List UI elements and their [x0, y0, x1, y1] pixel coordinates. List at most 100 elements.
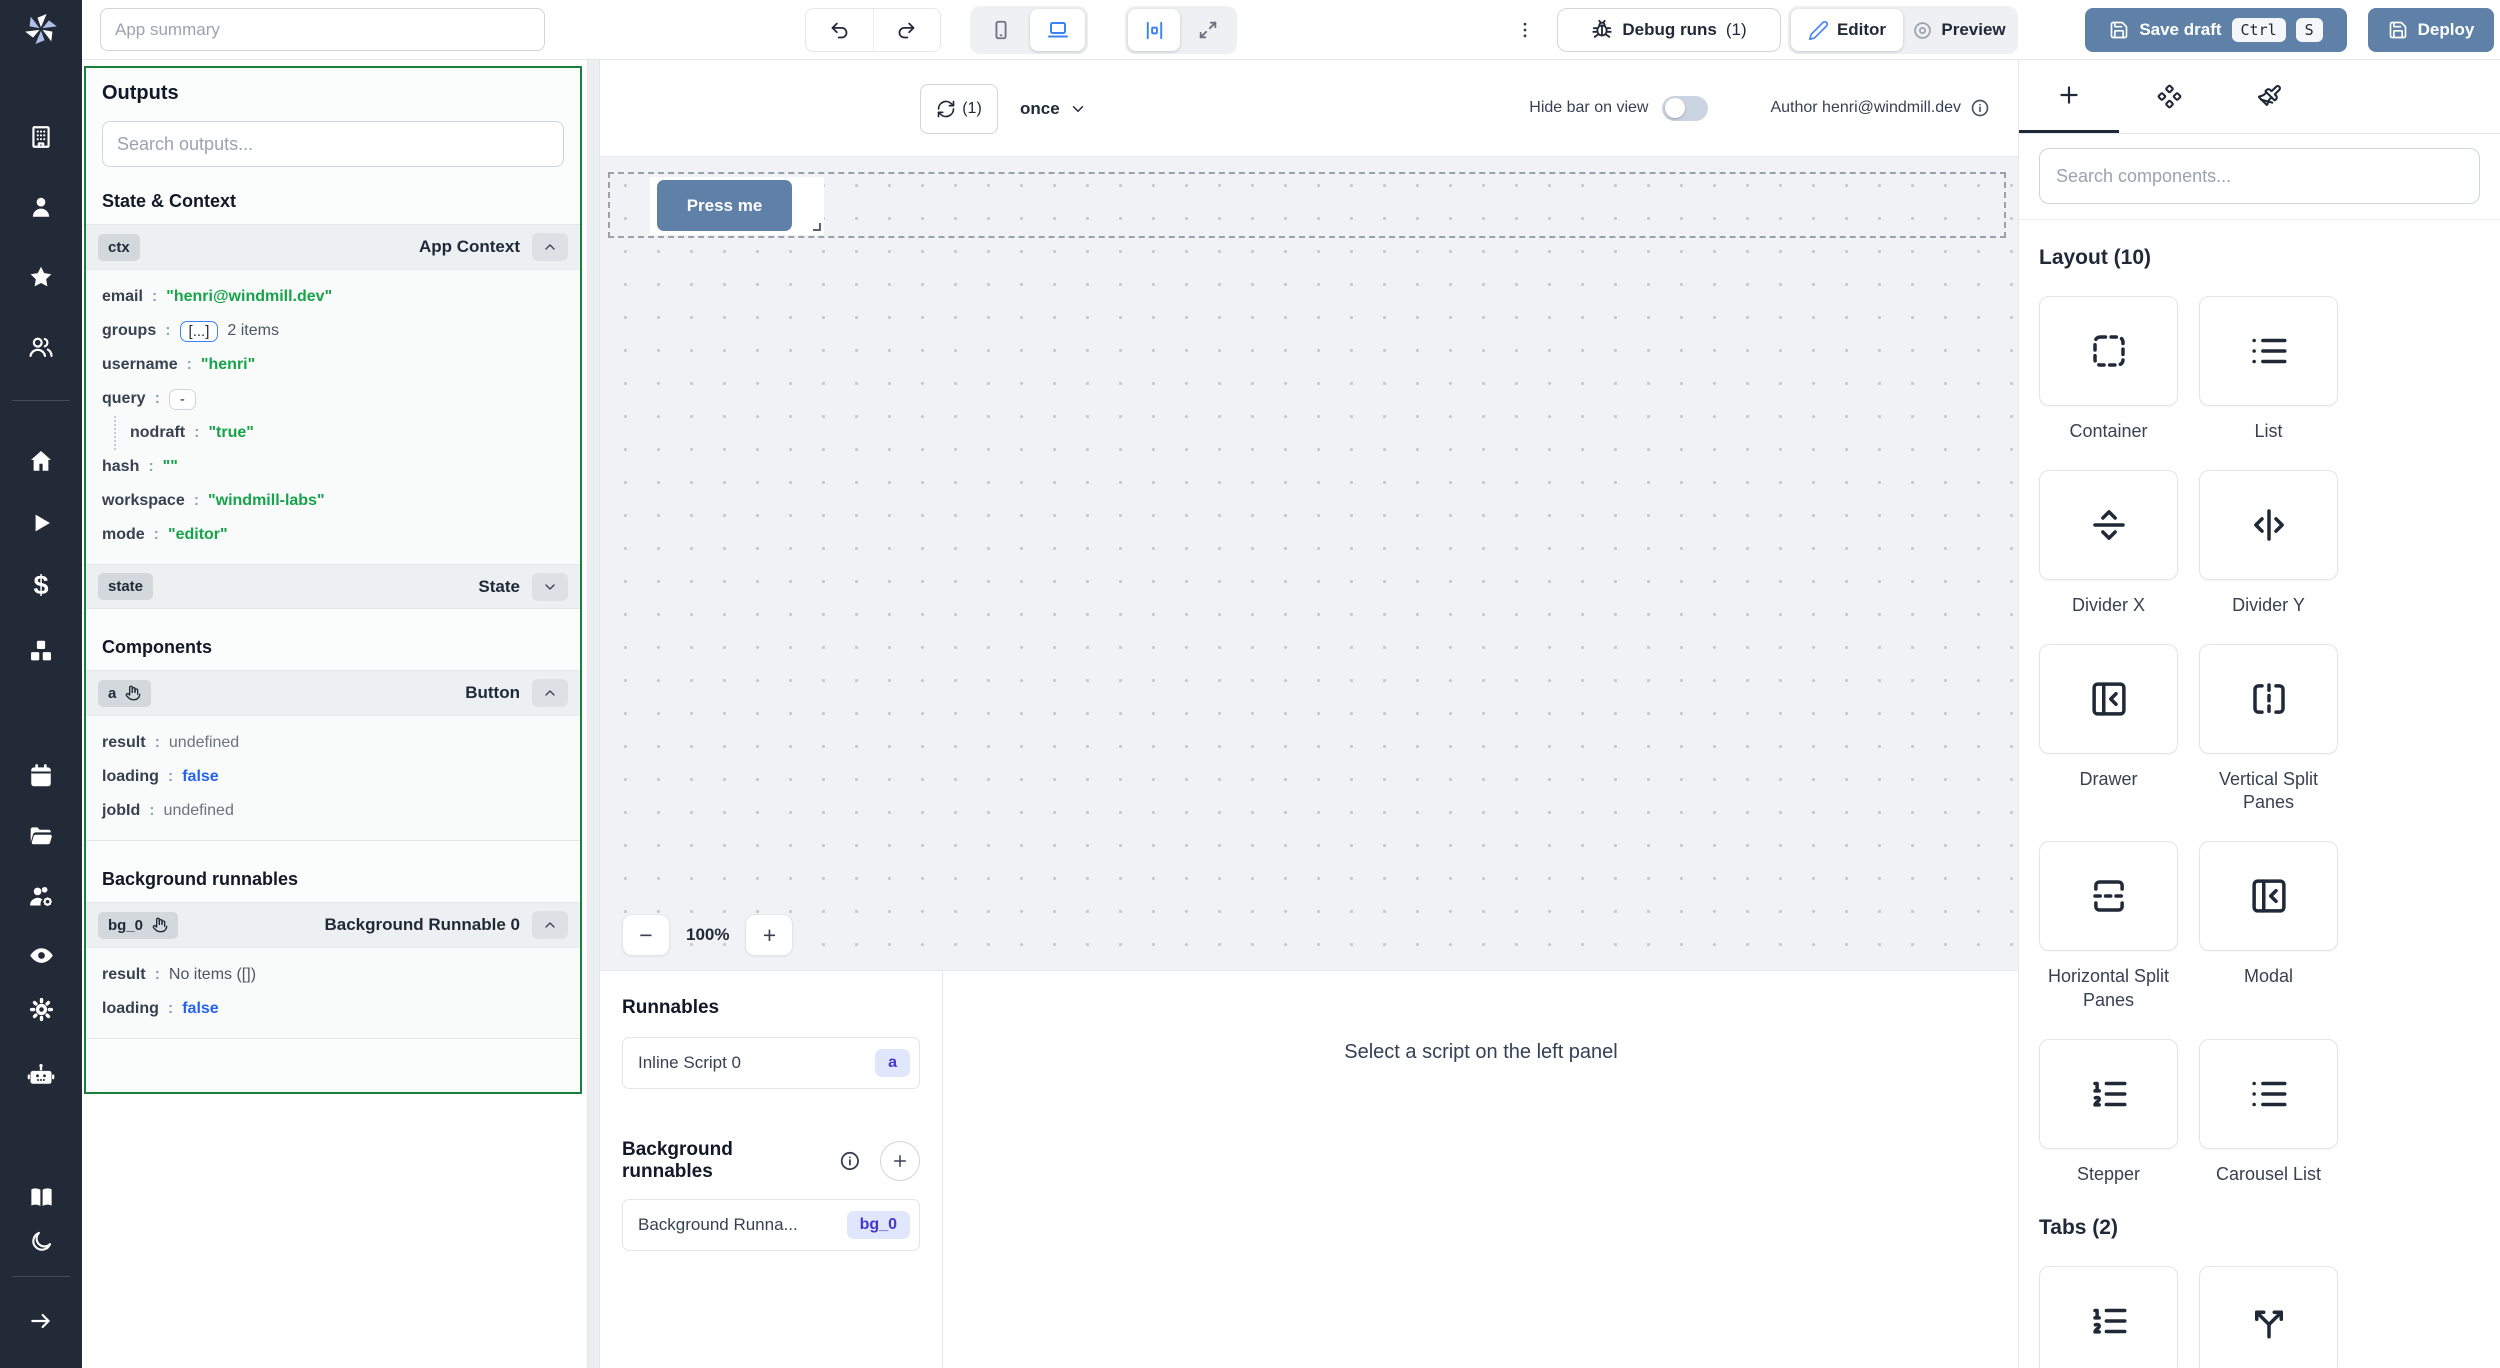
sidebar-item-docs[interactable] [0, 1184, 82, 1211]
app-canvas[interactable]: Press me − 100% + [600, 157, 2018, 970]
background-runnables-title: Background runnables [622, 1139, 827, 1183]
component-card-divider-x[interactable]: Divider X [2039, 470, 2178, 618]
star-icon [28, 264, 54, 290]
refresh-button[interactable]: (1) [920, 84, 998, 134]
background-runnable-item[interactable]: Background Runna... bg_0 [622, 1199, 920, 1251]
sidebar-item-user[interactable] [0, 194, 82, 220]
component-card-conditional-tabs[interactable] [2199, 1266, 2338, 1368]
sidebar-item-workers[interactable] [0, 883, 82, 910]
vertical-split-icon [2248, 678, 2290, 720]
sidebar-item-ai[interactable] [0, 1061, 82, 1089]
run-mode-dropdown[interactable]: once [1020, 84, 1087, 134]
ctx-header-row[interactable]: ctx App Context [86, 225, 580, 269]
windmill-logo[interactable] [0, 8, 82, 50]
script-editor-placeholder: Select a script on the left panel [944, 971, 2018, 1368]
sidebar-item-variables[interactable]: $ [0, 572, 82, 598]
row-key: loading [102, 1000, 159, 1018]
undo-button[interactable] [806, 9, 873, 51]
mobile-view-button[interactable] [973, 9, 1028, 51]
ctx-badge[interactable]: ctx [98, 234, 140, 261]
sidebar-item-settings[interactable] [0, 996, 82, 1023]
sidebar-item-favorites[interactable] [0, 264, 82, 290]
inline-script-badge: a [875, 1049, 910, 1077]
save-icon [2109, 20, 2129, 40]
component-a-collapse-button[interactable] [532, 679, 568, 707]
hide-bar-toggle[interactable] [1662, 96, 1708, 121]
deploy-button[interactable]: Deploy [2368, 8, 2494, 52]
sidebar-item-runs[interactable] [0, 510, 82, 536]
bg0-collapse-button[interactable] [532, 911, 568, 939]
sidebar-item-audit-logs[interactable] [0, 942, 82, 969]
component-card-drawer[interactable]: Drawer [2039, 644, 2178, 816]
component-card-tabs[interactable] [2039, 1266, 2178, 1368]
tab-insert-component[interactable] [2019, 60, 2119, 133]
row-key: result [102, 966, 146, 984]
redo-button[interactable] [873, 9, 941, 51]
sidebar-item-resources[interactable] [0, 638, 82, 664]
layout-group-heading: Layout (10) [2039, 246, 2480, 270]
state-expand-button[interactable] [532, 573, 568, 601]
refresh-count: (1) [962, 100, 982, 118]
press-me-button[interactable]: Press me [657, 180, 792, 231]
desktop-view-button[interactable] [1030, 9, 1085, 51]
output-row-nested: nodraft: "true" [114, 416, 564, 450]
add-background-runnable-button[interactable] [880, 1141, 920, 1181]
fullscreen-button[interactable] [1182, 9, 1234, 51]
output-row: groups: [...] 2 items [102, 314, 564, 348]
search-components-input[interactable] [2039, 148, 2480, 204]
gear-icon [28, 996, 55, 1023]
more-menu-button[interactable] [1507, 12, 1543, 48]
sidebar-item-groups[interactable] [0, 334, 82, 360]
component-a-header-row[interactable]: a Button [86, 671, 580, 715]
debug-runs-button[interactable]: Debug runs (1) [1557, 8, 1781, 52]
state-header-row[interactable]: state State [86, 564, 580, 608]
sidebar-item-schedules[interactable] [0, 763, 82, 789]
sidebar-expand[interactable] [0, 1308, 82, 1334]
zoom-out-button[interactable]: − [622, 914, 670, 956]
bg0-badge[interactable]: bg_0 [98, 912, 178, 939]
save-draft-button[interactable]: Save draft Ctrl S [2085, 8, 2347, 52]
ctx-collapse-button[interactable] [532, 233, 568, 261]
row-suffix: 2 items [227, 322, 279, 340]
inline-script-item[interactable]: Inline Script 0 a [622, 1037, 920, 1089]
panel-splitter[interactable] [587, 60, 600, 1368]
zoom-in-button[interactable]: + [745, 914, 793, 956]
component-card-horizontal-split-panes[interactable]: Horizontal Split Panes [2039, 841, 2178, 1013]
tab-component-settings[interactable] [2119, 60, 2219, 133]
sidebar-item-dark-mode[interactable] [0, 1229, 82, 1254]
editor-tab[interactable]: Editor [1791, 9, 1903, 51]
collapse-object-badge[interactable]: - [169, 389, 196, 410]
sidebar-item-workspace[interactable] [0, 124, 82, 150]
state-badge[interactable]: state [98, 573, 153, 600]
row-key: hash [102, 458, 139, 476]
tab-theme[interactable] [2219, 60, 2319, 133]
component-a-type-label: Button [465, 683, 520, 703]
author-label: Author henri@windmill.dev [1770, 99, 1961, 117]
component-card-modal[interactable]: Modal [2199, 841, 2338, 1013]
pointer-icon [125, 685, 141, 701]
search-outputs-input[interactable] [102, 121, 564, 167]
resize-handle[interactable] [813, 223, 821, 231]
button-component-cell[interactable]: Press me [650, 177, 824, 235]
sidebar-item-home[interactable] [0, 448, 82, 474]
component-card-container[interactable]: Container [2039, 296, 2178, 444]
state-context-heading: State & Context [102, 191, 564, 212]
author-info-icon[interactable] [1970, 98, 1990, 118]
building-icon [28, 124, 54, 150]
bug-icon [1591, 19, 1613, 41]
component-card-divider-y[interactable]: Divider Y [2199, 470, 2338, 618]
sidebar-item-folders[interactable] [0, 822, 82, 848]
component-card-carousel-list[interactable]: Carousel List [2199, 1039, 2338, 1187]
expand-array-badge[interactable]: [...] [180, 321, 219, 342]
component-a-badge[interactable]: a [98, 680, 151, 707]
center-layout-button[interactable] [1128, 9, 1180, 51]
component-card-list[interactable]: List [2199, 296, 2338, 444]
preview-tab[interactable]: Preview [1903, 9, 2015, 51]
component-card-stepper[interactable]: Stepper [2039, 1039, 2178, 1187]
bg0-header-row[interactable]: bg_0 Background Runnable 0 [86, 903, 580, 947]
info-icon [839, 1150, 861, 1172]
app-summary-input[interactable] [100, 8, 545, 51]
undo-icon [829, 20, 850, 41]
selected-row-frame[interactable]: Press me [608, 172, 2006, 238]
component-card-vertical-split-panes[interactable]: Vertical Split Panes [2199, 644, 2338, 816]
